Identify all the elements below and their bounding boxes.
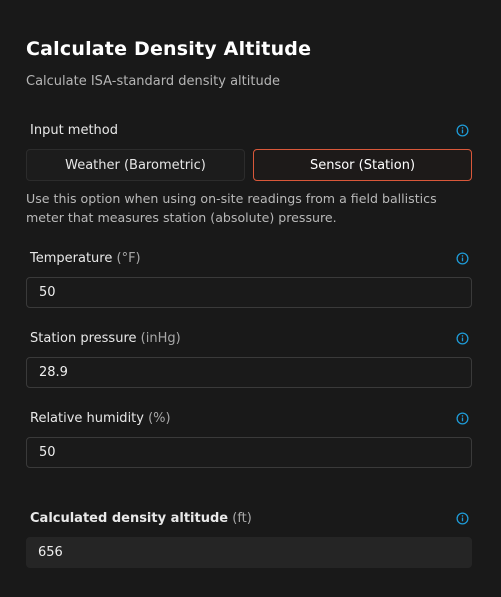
relative-humidity-input[interactable] xyxy=(26,437,472,468)
relative-humidity-label-row: Relative humidity (%) xyxy=(30,409,469,427)
temperature-unit: (°F) xyxy=(116,250,141,266)
input-method-toggle: Weather (Barometric) Sensor (Station) xyxy=(26,149,472,181)
info-icon[interactable] xyxy=(456,511,469,525)
page-subtitle: Calculate ISA-standard density altitude xyxy=(26,74,280,89)
info-icon[interactable] xyxy=(456,123,469,137)
relative-humidity-label: Relative humidity (%) xyxy=(30,410,171,426)
weather-barometric-option[interactable]: Weather (Barometric) xyxy=(26,149,245,181)
station-pressure-label-row: Station pressure (inHg) xyxy=(30,329,469,347)
info-icon[interactable] xyxy=(456,251,469,265)
info-icon[interactable] xyxy=(456,411,469,425)
page-title: Calculate Density Altitude xyxy=(26,38,312,60)
result-label: Calculated density altitude (ft) xyxy=(30,510,252,526)
station-pressure-unit: (inHg) xyxy=(140,330,181,346)
temperature-input[interactable] xyxy=(26,277,472,308)
result-label-row: Calculated density altitude (ft) xyxy=(30,509,469,527)
relative-humidity-unit: (%) xyxy=(148,410,171,426)
result-unit: (ft) xyxy=(232,510,252,526)
input-method-label: Input method xyxy=(30,122,118,138)
density-altitude-result: 656 xyxy=(26,537,472,568)
temperature-label-row: Temperature (°F) xyxy=(30,249,469,267)
info-icon[interactable] xyxy=(456,331,469,345)
input-method-label-row: Input method xyxy=(30,121,469,139)
station-pressure-input[interactable] xyxy=(26,357,472,388)
input-method-help-text: Use this option when using on-site readi… xyxy=(26,191,437,225)
temperature-label: Temperature (°F) xyxy=(30,250,141,266)
station-pressure-label: Station pressure (inHg) xyxy=(30,330,181,346)
sensor-station-option[interactable]: Sensor (Station) xyxy=(253,149,472,181)
